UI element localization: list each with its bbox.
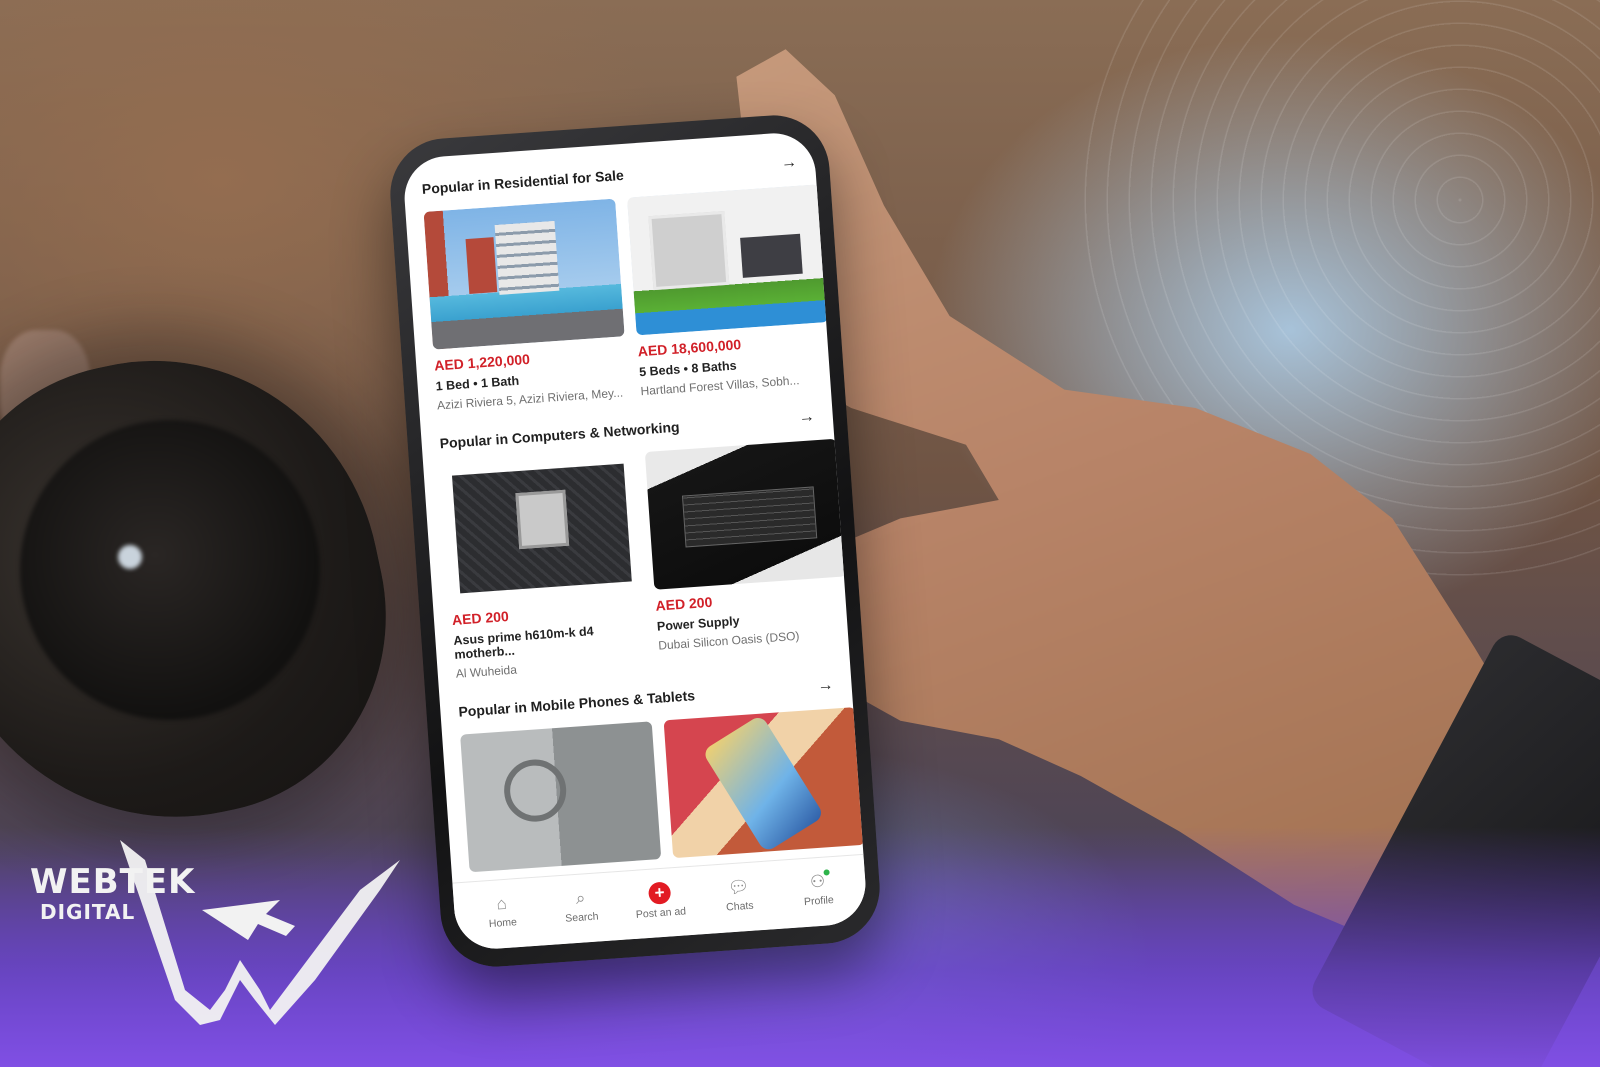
section-mobile-phones: Popular in Mobile Phones & Tablets → bbox=[439, 667, 865, 873]
listing-card[interactable]: AED 200 Power Supply Dubai Silicon Oasis… bbox=[644, 438, 852, 667]
arrow-right-icon[interactable]: → bbox=[780, 154, 797, 173]
listing-photo bbox=[627, 184, 829, 336]
chat-icon: 💬︎ bbox=[727, 876, 750, 897]
nav-label: Search bbox=[564, 909, 599, 925]
listing-card[interactable] bbox=[663, 707, 865, 859]
listing-row bbox=[460, 707, 865, 873]
online-status-dot bbox=[823, 868, 830, 876]
listing-photo bbox=[663, 707, 865, 859]
nav-search[interactable]: ⌕ Search bbox=[545, 886, 617, 926]
coffee-cup-sip-hole bbox=[118, 545, 142, 569]
search-icon: ⌕ bbox=[575, 887, 586, 908]
nav-profile[interactable]: ⚇ Profile bbox=[782, 868, 854, 909]
listing-card[interactable]: AED 18,600,000 5 Beds • 8 Baths Hartland… bbox=[627, 184, 833, 398]
logo-text-webtek: WEBTEK bbox=[30, 862, 196, 902]
listing-card[interactable]: AED 1,220,000 1 Bed • 1 Bath Azizi Rivie… bbox=[423, 198, 630, 412]
phone-screen: Popular in Residential for Sale → AED 1,… bbox=[401, 130, 869, 952]
nav-label: Post an ad bbox=[635, 904, 687, 921]
listing-photo bbox=[644, 438, 846, 590]
plus-icon: + bbox=[647, 880, 672, 905]
arrow-right-icon[interactable]: → bbox=[817, 677, 834, 696]
smartphone: Popular in Residential for Sale → AED 1,… bbox=[386, 111, 884, 971]
nav-chats[interactable]: 💬︎ Chats bbox=[703, 875, 775, 915]
listing-row: AED 200 Asus prime h610m-k d4 motherb...… bbox=[441, 438, 846, 681]
coffee-cup-lid bbox=[20, 420, 320, 720]
nav-label: Home bbox=[488, 915, 518, 930]
listing-photo bbox=[460, 721, 662, 873]
nav-home[interactable]: ⌂ Home bbox=[466, 891, 538, 931]
nav-label: Chats bbox=[725, 899, 754, 914]
profile-icon: ⚇ bbox=[809, 868, 830, 892]
home-icon: ⌂ bbox=[495, 893, 508, 914]
nav-label: Profile bbox=[803, 893, 835, 908]
logo-text-digital: DIGITAL bbox=[40, 900, 136, 924]
listing-photo bbox=[423, 198, 625, 350]
section-computers: Popular in Computers & Networking → AED … bbox=[421, 399, 850, 682]
nav-post-ad[interactable]: + Post an ad bbox=[624, 879, 696, 921]
arrow-right-icon[interactable]: → bbox=[798, 408, 815, 427]
section-title: Popular in Mobile Phones & Tablets bbox=[457, 687, 696, 720]
listing-photo bbox=[441, 452, 643, 604]
listing-card[interactable]: AED 200 Asus prime h610m-k d4 motherb...… bbox=[441, 452, 648, 681]
section-residential: Popular in Residential for Sale → AED 1,… bbox=[403, 145, 831, 414]
listing-row: AED 1,220,000 1 Bed • 1 Bath Azizi Rivie… bbox=[423, 184, 829, 412]
webtek-digital-logo: WEBTEK DIGITAL bbox=[30, 840, 400, 1030]
section-title: Popular in Residential for Sale bbox=[421, 166, 625, 197]
section-title: Popular in Computers & Networking bbox=[439, 418, 681, 452]
listing-card[interactable] bbox=[460, 721, 662, 873]
